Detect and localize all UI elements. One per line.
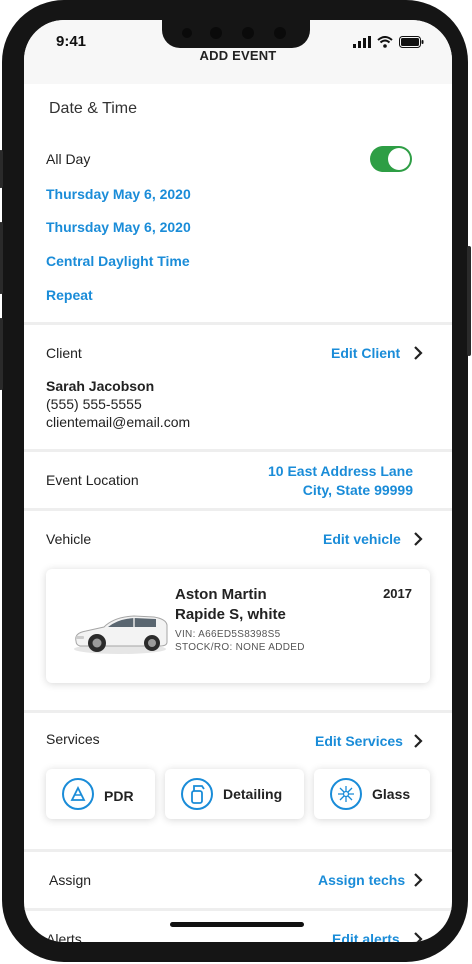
header-background: [24, 72, 452, 84]
section-divider: [24, 908, 452, 911]
page-title: ADD EVENT: [199, 48, 277, 63]
volume-down-button: [0, 318, 3, 390]
end-date-link[interactable]: Thursday May 6, 2020: [46, 219, 191, 235]
edit-vehicle-link[interactable]: Edit vehicle: [323, 531, 401, 547]
spray-bottle-icon: [181, 778, 213, 810]
camera-dot: [210, 27, 222, 39]
assign-techs-link[interactable]: Assign techs: [318, 872, 405, 888]
repeat-link[interactable]: Repeat: [46, 287, 93, 303]
power-button: [467, 246, 471, 356]
edit-alerts-link[interactable]: Edit alerts: [332, 931, 400, 942]
app-screen: 9:41 ADD EVENT Date & Time All Day Thurs…: [24, 20, 452, 942]
car-image: [74, 615, 168, 654]
home-indicator[interactable]: [170, 922, 304, 927]
client-phone: (555) 555-5555: [46, 396, 142, 412]
start-date-link[interactable]: Thursday May 6, 2020: [46, 186, 191, 202]
cellular-signal-icon: [353, 36, 371, 48]
chevron-right-icon[interactable]: [410, 345, 426, 361]
all-day-label: All Day: [46, 151, 91, 167]
date-time-section-title: Date & Time: [49, 100, 138, 117]
all-day-toggle[interactable]: [370, 146, 412, 172]
address-line-2[interactable]: City, State 99999: [303, 482, 413, 498]
vehicle-section-title: Vehicle: [46, 531, 92, 547]
vehicle-make: Aston Martin: [175, 586, 267, 603]
wifi-icon: [377, 36, 393, 48]
camera-dot: [242, 27, 254, 39]
client-section-title: Client: [46, 345, 82, 361]
status-icons: [353, 36, 424, 48]
services-section-title: Services: [46, 731, 100, 747]
client-name: Sarah Jacobson: [46, 378, 155, 394]
alerts-section-title: Alerts: [46, 931, 82, 942]
section-divider: [24, 449, 452, 452]
section-divider: [24, 710, 452, 713]
mute-switch: [0, 150, 3, 188]
service-label: Glass: [372, 786, 411, 802]
assign-section-title: Assign: [49, 872, 92, 888]
service-card-glass[interactable]: Glass: [314, 769, 430, 819]
vehicle-vin: VIN: A66ED5S8398S5: [175, 629, 281, 640]
service-label: Detailing: [223, 786, 283, 802]
section-divider: [24, 322, 452, 325]
edit-services-link[interactable]: Edit Services: [315, 733, 403, 749]
service-label: PDR: [104, 788, 134, 804]
pdr-icon: [62, 778, 94, 810]
battery-icon: [399, 36, 424, 48]
service-card-pdr[interactable]: PDR: [46, 769, 155, 819]
phone-frame: 9:41 ADD EVENT Date & Time All Day Thurs…: [0, 0, 471, 962]
section-divider: [24, 849, 452, 852]
vehicle-card[interactable]: Aston Martin Rapide S, white 2017 VIN: A…: [46, 569, 430, 683]
event-location-title: Event Location: [46, 472, 139, 488]
vehicle-model: Rapide S, white: [175, 606, 286, 623]
section-divider: [24, 508, 452, 511]
camera-notch: [162, 20, 310, 48]
timezone-link[interactable]: Central Daylight Time: [46, 253, 190, 269]
vehicle-stock: STOCK/RO: NONE ADDED: [175, 642, 305, 653]
edit-client-link[interactable]: Edit Client: [331, 345, 400, 361]
sensor-dot: [182, 28, 192, 38]
camera-dot: [274, 27, 286, 39]
chevron-right-icon[interactable]: [410, 531, 426, 547]
chevron-right-icon[interactable]: [410, 931, 426, 942]
address-line-1[interactable]: 10 East Address Lane: [268, 463, 413, 479]
chevron-right-icon[interactable]: [410, 872, 426, 888]
client-email: clientemail@email.com: [46, 414, 191, 430]
glass-crack-icon: [330, 778, 362, 810]
service-card-detailing[interactable]: Detailing: [165, 769, 304, 819]
vehicle-year: 2017: [383, 586, 412, 601]
toggle-knob: [388, 148, 410, 170]
volume-up-button: [0, 222, 3, 294]
chevron-right-icon[interactable]: [410, 733, 426, 749]
